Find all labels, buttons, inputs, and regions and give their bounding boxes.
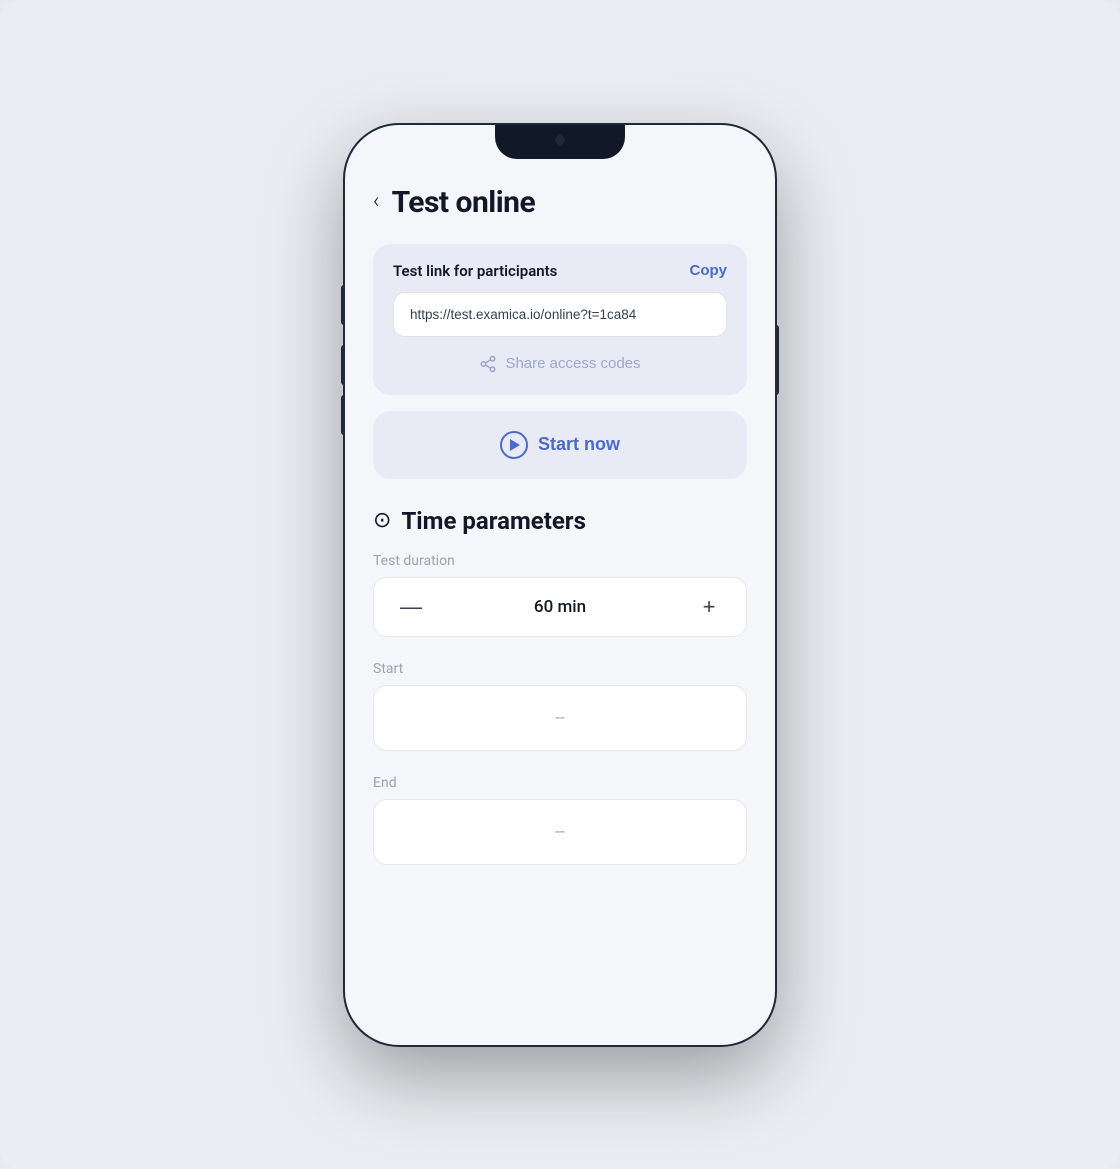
start-time-field[interactable]: -- bbox=[373, 685, 747, 751]
start-now-label: Start now bbox=[538, 434, 620, 455]
camera-dot bbox=[555, 135, 565, 145]
phone-notch bbox=[495, 125, 625, 159]
section-title: Time parameters bbox=[401, 507, 585, 535]
duration-control: — 60 min + bbox=[373, 577, 747, 637]
play-triangle-icon bbox=[510, 439, 520, 451]
clock-icon: ⊙ bbox=[373, 508, 391, 533]
duration-value: 60 min bbox=[534, 597, 586, 617]
page-wrapper: ‹ Test online Test link for participants… bbox=[0, 0, 1120, 1169]
test-link-card: Test link for participants Copy Share ac… bbox=[373, 244, 747, 395]
play-icon bbox=[500, 431, 528, 459]
share-access-button[interactable]: Share access codes bbox=[393, 351, 727, 377]
start-time-placeholder: -- bbox=[555, 708, 564, 728]
phone-shell: ‹ Test online Test link for participants… bbox=[345, 125, 775, 1045]
start-now-button[interactable]: Start now bbox=[373, 411, 747, 479]
share-icon bbox=[479, 355, 497, 373]
card-header: Test link for participants Copy bbox=[393, 262, 727, 280]
end-field-group: End -- bbox=[373, 775, 747, 885]
end-time-placeholder: -- bbox=[555, 822, 564, 842]
copy-button[interactable]: Copy bbox=[690, 262, 728, 279]
duration-label: Test duration bbox=[373, 553, 747, 569]
duration-field-group: Test duration — 60 min + bbox=[373, 553, 747, 657]
section-header: ⊙ Time parameters bbox=[373, 507, 747, 535]
end-label: End bbox=[373, 775, 747, 791]
page-title: Test online bbox=[392, 185, 536, 220]
phone-screen: ‹ Test online Test link for participants… bbox=[345, 125, 775, 1045]
card-title: Test link for participants bbox=[393, 262, 557, 280]
start-label: Start bbox=[373, 661, 747, 677]
back-button[interactable]: ‹ bbox=[373, 191, 380, 213]
screen-content: ‹ Test online Test link for participants… bbox=[345, 125, 775, 1045]
plus-button[interactable]: + bbox=[694, 596, 724, 618]
url-input[interactable] bbox=[393, 292, 727, 337]
end-time-field[interactable]: -- bbox=[373, 799, 747, 865]
header: ‹ Test online bbox=[373, 185, 747, 220]
share-access-label: Share access codes bbox=[505, 355, 640, 372]
start-field-group: Start -- bbox=[373, 661, 747, 771]
minus-button[interactable]: — bbox=[396, 596, 426, 618]
